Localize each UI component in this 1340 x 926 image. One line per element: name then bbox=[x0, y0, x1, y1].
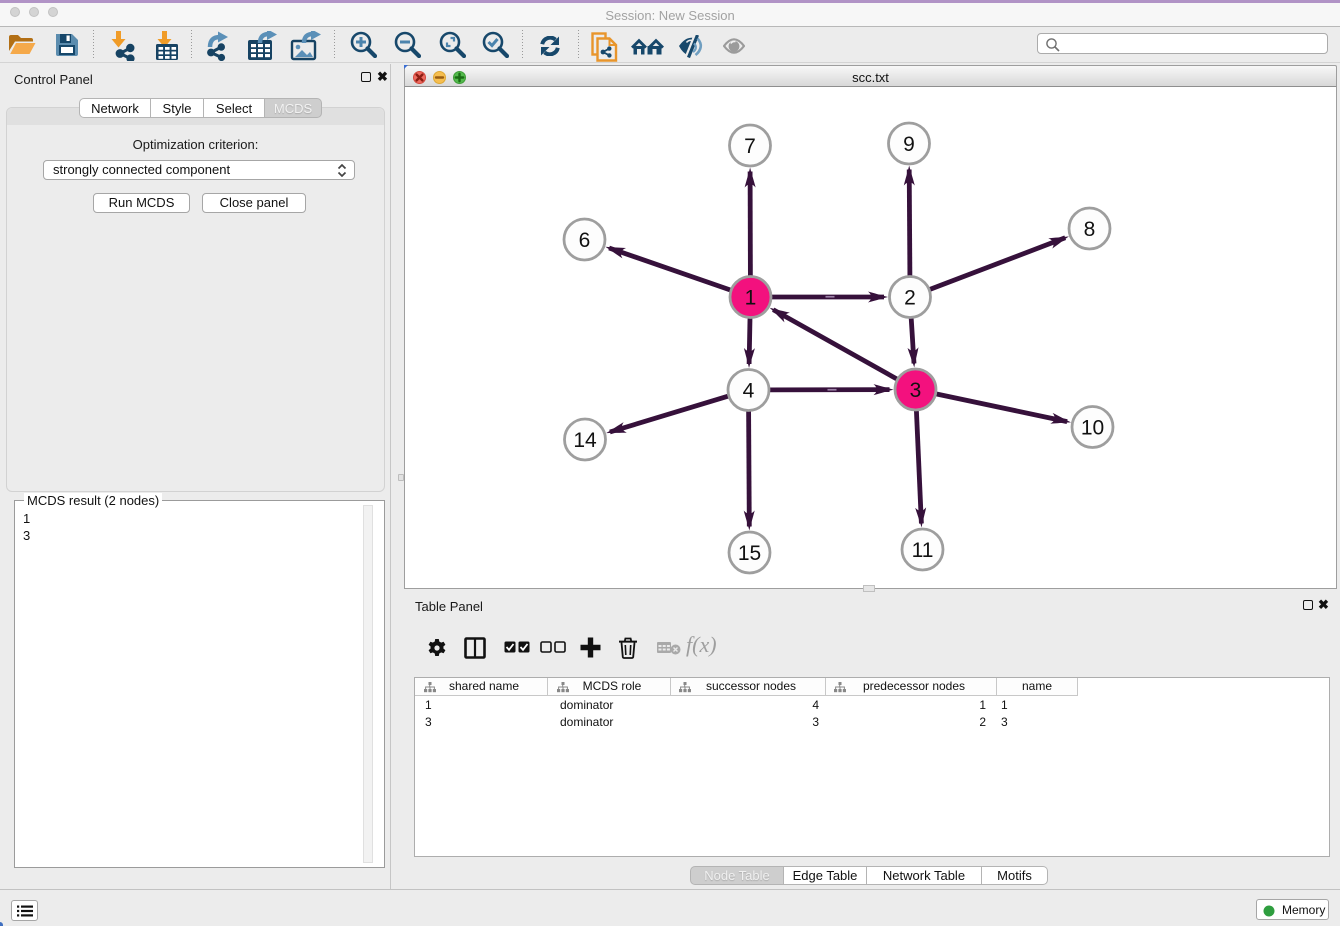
svg-text:2: 2 bbox=[904, 287, 916, 310]
svg-text:3: 3 bbox=[910, 379, 922, 402]
svg-text:9: 9 bbox=[903, 133, 915, 156]
svg-text:11: 11 bbox=[912, 539, 934, 562]
svg-text:14: 14 bbox=[573, 429, 597, 452]
svg-text:10: 10 bbox=[1081, 417, 1104, 440]
svg-text:15: 15 bbox=[738, 542, 761, 565]
svg-text:6: 6 bbox=[579, 229, 591, 252]
svg-text:8: 8 bbox=[1084, 218, 1096, 241]
svg-text:4: 4 bbox=[743, 380, 755, 403]
svg-text:1: 1 bbox=[745, 287, 757, 310]
svg-text:7: 7 bbox=[744, 135, 756, 158]
